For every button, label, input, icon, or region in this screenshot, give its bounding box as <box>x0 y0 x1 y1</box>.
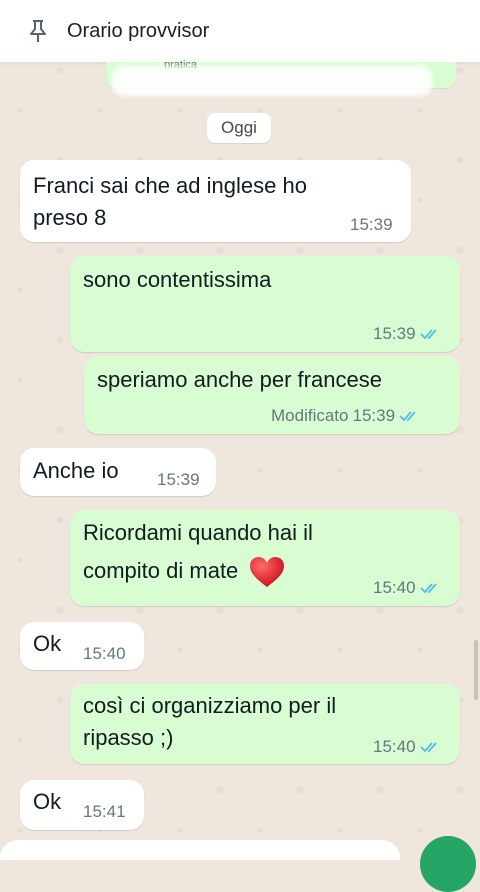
message-text-line: Franci sai che ad inglese ho <box>33 173 307 198</box>
pinned-message-bar[interactable]: Orario provvisor <box>0 0 480 63</box>
message-text-line: Ricordami quando hai il <box>83 520 313 545</box>
red-heart-emoji <box>250 557 285 588</box>
message-text-line: Ok <box>33 631 62 656</box>
message-time: 15:40 <box>373 578 416 597</box>
message-bubble-outgoing[interactable]: sono contentissima 15:39 <box>70 256 460 352</box>
message-line-with-emoji: compito di mate <box>83 555 286 589</box>
message-text-line: speriamo anche per francese <box>97 367 382 392</box>
pinned-message-text: Orario provvisor <box>67 20 210 42</box>
message-bubble-incoming[interactable]: Franci sai che ad inglese ho preso 8 15:… <box>20 160 411 242</box>
message-time: 15:40 <box>373 737 416 756</box>
message-text-line: compito di mate <box>83 558 239 583</box>
edited-label: Modificato <box>271 406 349 425</box>
message-time: 15:40 <box>83 644 126 663</box>
double-check-icon <box>419 329 437 340</box>
message-time: 15:39 <box>350 215 393 234</box>
message-bubble-outgoing[interactable]: così ci organizziamo per il ripasso ;) 1… <box>70 684 460 764</box>
double-check-icon <box>399 411 416 422</box>
message-input-bar[interactable] <box>0 840 400 860</box>
message-bubble-outgoing[interactable]: Ricordami quando hai il compito di mate … <box>70 510 460 606</box>
message-text-line: sono contentissima <box>83 267 272 292</box>
redacted-area <box>112 66 432 96</box>
message-time: 15:39 <box>157 470 200 489</box>
scrollbar[interactable] <box>474 640 478 700</box>
message-text-line: Anche io <box>33 458 119 483</box>
message-bubble-incoming[interactable]: Anche io 15:39 <box>20 448 216 496</box>
message-time: 15:39 <box>373 324 416 343</box>
message-bubble-incoming[interactable]: Ok 15:40 <box>20 622 144 670</box>
message-time: 15:39 <box>352 406 396 425</box>
pin-icon <box>30 20 46 42</box>
message-bubble-incoming[interactable]: Ok 15:41 <box>20 780 144 830</box>
message-text-line: ripasso ;) <box>83 725 174 750</box>
date-separator: Oggi <box>207 113 271 143</box>
message-text-line: così ci organizziamo per il <box>83 693 337 718</box>
message-text-line: preso 8 <box>33 205 107 230</box>
message-time: 15:41 <box>83 802 126 821</box>
message-text-line: Ok <box>33 789 62 814</box>
double-check-icon <box>419 583 437 594</box>
send-button[interactable] <box>420 836 476 892</box>
double-check-icon <box>419 742 437 753</box>
message-bubble-outgoing[interactable]: speriamo anche per francese Modificato 1… <box>84 356 460 434</box>
